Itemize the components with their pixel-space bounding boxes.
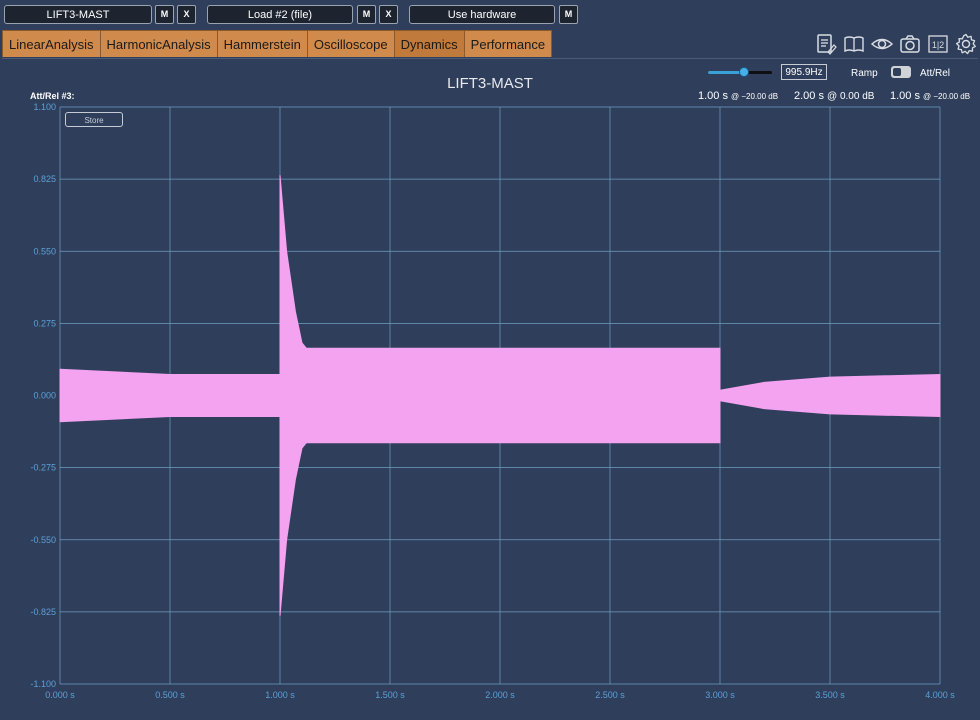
y-tick-label: -1.100 — [30, 679, 56, 689]
attrel-channel-label: Att/Rel #3: — [30, 91, 75, 101]
x-tick-label: 1.000 s — [265, 690, 295, 700]
y-tick-label: 0.275 — [33, 318, 56, 328]
segment-1-level: @ −20.00 dB — [731, 92, 779, 101]
store-button[interactable]: Store — [65, 112, 123, 127]
segment-2-timing: 2.00 s @ 0.00 dB — [794, 90, 874, 102]
attrel-toggle-knob — [893, 68, 901, 76]
x-tick-label: 0.000 s — [45, 690, 75, 700]
y-axis-ticks: 1.100 0.825 0.550 0.275 0.000 -0.275 -0.550 -0.… — [30, 102, 56, 689]
segment-1-timing: 1.00 s @ −20.00 dB — [698, 90, 778, 102]
y-tick-label: 0.550 — [33, 246, 56, 256]
segment-3-level: @ −20.00 dB — [923, 92, 971, 101]
x-tick-label: 1.500 s — [375, 690, 405, 700]
segment-1-time: 1.00 s — [698, 90, 728, 102]
segment-3-time: 1.00 s — [890, 90, 920, 102]
y-tick-label: 0.000 — [33, 391, 56, 401]
attrel-toggle-label: Att/Rel — [920, 68, 951, 79]
x-tick-label: 2.000 s — [485, 690, 515, 700]
y-tick-label: 0.825 — [33, 174, 56, 184]
segment-3-timing: 1.00 s @ −20.00 dB — [890, 90, 970, 102]
x-tick-label: 0.500 s — [155, 690, 185, 700]
x-tick-label: 3.500 s — [815, 690, 845, 700]
x-tick-label: 4.000 s — [925, 690, 955, 700]
frequency-field[interactable]: 995.9Hz — [781, 64, 827, 80]
y-tick-label: 1.100 — [33, 102, 56, 112]
segment-2-level: @ 0.00 dB — [827, 91, 875, 102]
segment-2-time: 2.00 s — [794, 90, 824, 102]
x-tick-label: 2.500 s — [595, 690, 625, 700]
x-tick-label: 3.000 s — [705, 690, 735, 700]
y-tick-label: -0.550 — [30, 535, 56, 545]
x-axis-ticks: 0.000 s 0.500 s 1.000 s 1.500 s 2.000 s 2.500… — [45, 690, 955, 700]
ramp-label: Ramp — [851, 68, 878, 79]
y-tick-label: -0.825 — [30, 607, 56, 617]
y-tick-label: -0.275 — [30, 463, 56, 473]
frequency-slider-knob[interactable] — [739, 67, 749, 77]
waveform-plot: 0.000 s 0.500 s 1.000 s 1.500 s 2.000 s 2.500… — [30, 102, 955, 700]
